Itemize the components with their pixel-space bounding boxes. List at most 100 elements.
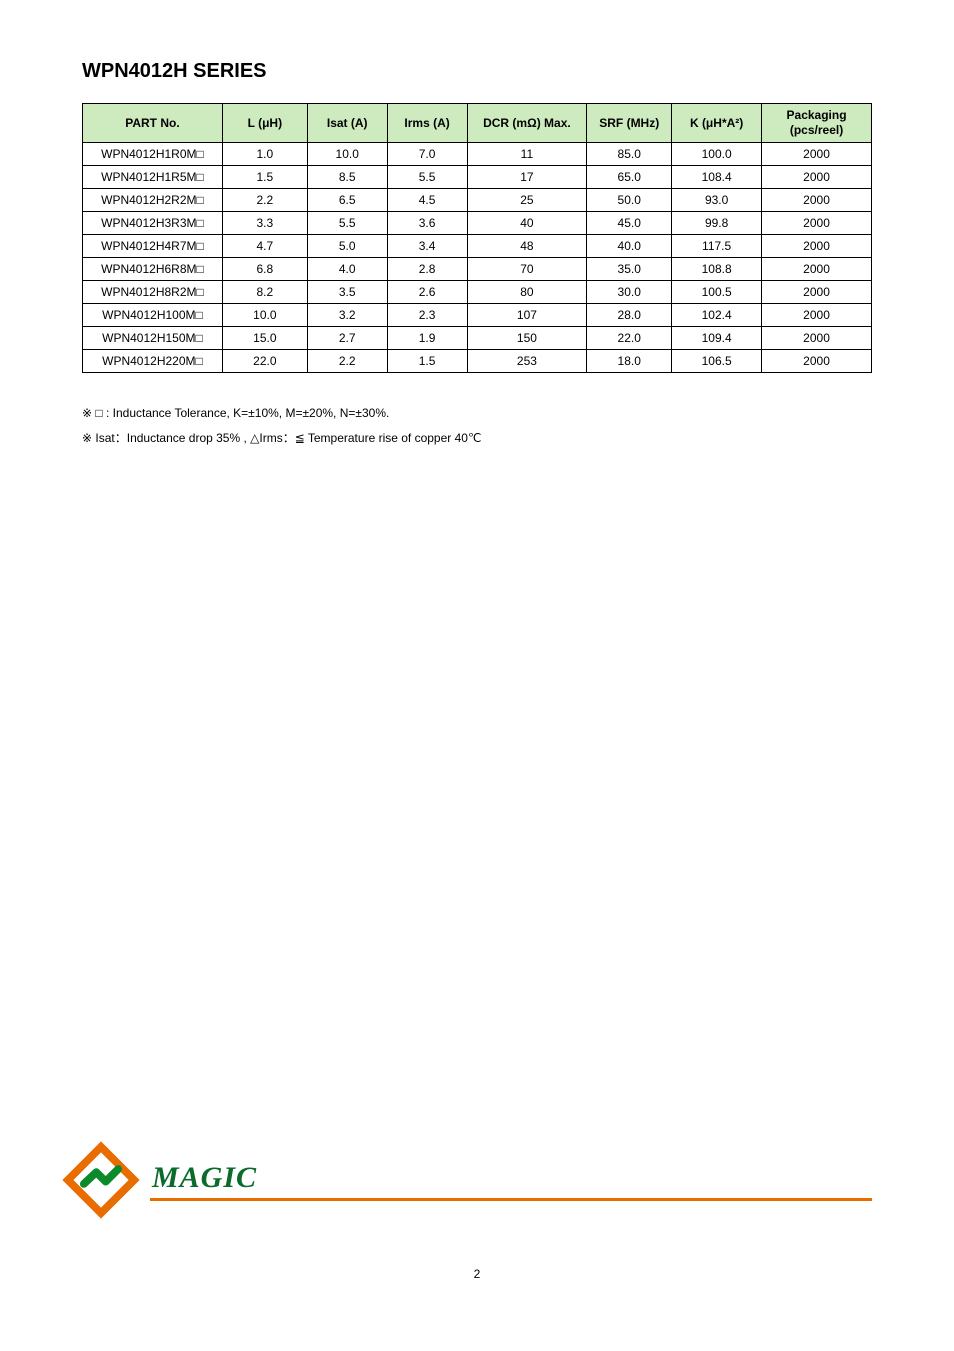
table-row: WPN4012H220M□22.02.21.525318.0106.52000 [83, 350, 872, 373]
cell-irms: 3.4 [387, 235, 467, 258]
cell-srf: 35.0 [587, 258, 672, 281]
brand-name: MAGIC [152, 1161, 257, 1195]
cell-dcr: 80 [467, 281, 587, 304]
cell-srf: 40.0 [587, 235, 672, 258]
cell-k: 93.0 [672, 189, 762, 212]
cell-part: WPN4012H8R2M□ [83, 281, 223, 304]
table-row: WPN4012H100M□10.03.22.310728.0102.42000 [83, 304, 872, 327]
footer-rule [150, 1198, 872, 1201]
cell-l: 4.7 [222, 235, 307, 258]
cell-irms: 5.5 [387, 166, 467, 189]
cell-isat: 8.5 [307, 166, 387, 189]
cell-part: WPN4012H100M□ [83, 304, 223, 327]
col-header-pack: Packaging (pcs/reel) [762, 104, 872, 143]
table-row: WPN4012H150M□15.02.71.915022.0109.42000 [83, 327, 872, 350]
cell-pack: 2000 [762, 258, 872, 281]
cell-dcr: 40 [467, 212, 587, 235]
cell-pack: 2000 [762, 189, 872, 212]
cell-k: 106.5 [672, 350, 762, 373]
col-header-k: K (μH*A²) [672, 104, 762, 143]
note-tolerance: ※ □ : Inductance Tolerance, K=±10%, M=±2… [82, 401, 872, 426]
cell-l: 1.0 [222, 143, 307, 166]
cell-l: 2.2 [222, 189, 307, 212]
cell-dcr: 25 [467, 189, 587, 212]
cell-irms: 1.5 [387, 350, 467, 373]
cell-srf: 50.0 [587, 189, 672, 212]
cell-irms: 2.6 [387, 281, 467, 304]
cell-dcr: 17 [467, 166, 587, 189]
cell-dcr: 253 [467, 350, 587, 373]
cell-irms: 4.5 [387, 189, 467, 212]
cell-part: WPN4012H6R8M□ [83, 258, 223, 281]
cell-dcr: 107 [467, 304, 587, 327]
col-header-isat: Isat (A) [307, 104, 387, 143]
cell-srf: 28.0 [587, 304, 672, 327]
table-row: WPN4012H6R8M□6.84.02.87035.0108.82000 [83, 258, 872, 281]
cell-k: 102.4 [672, 304, 762, 327]
cell-isat: 3.2 [307, 304, 387, 327]
page-footer: MAGIC [0, 1198, 954, 1201]
specification-table: PART No. L (μH) Isat (A) Irms (A) DCR (m… [82, 103, 872, 373]
cell-pack: 2000 [762, 143, 872, 166]
cell-srf: 65.0 [587, 166, 672, 189]
cell-l: 3.3 [222, 212, 307, 235]
cell-pack: 2000 [762, 350, 872, 373]
cell-k: 100.5 [672, 281, 762, 304]
cell-srf: 30.0 [587, 281, 672, 304]
cell-pack: 2000 [762, 327, 872, 350]
cell-pack: 2000 [762, 281, 872, 304]
cell-isat: 2.2 [307, 350, 387, 373]
cell-k: 109.4 [672, 327, 762, 350]
cell-part: WPN4012H150M□ [83, 327, 223, 350]
cell-part: WPN4012H3R3M□ [83, 212, 223, 235]
cell-pack: 2000 [762, 212, 872, 235]
cell-irms: 7.0 [387, 143, 467, 166]
cell-dcr: 11 [467, 143, 587, 166]
table-row: WPN4012H1R5M□1.58.55.51765.0108.42000 [83, 166, 872, 189]
cell-part: WPN4012H1R0M□ [83, 143, 223, 166]
cell-part: WPN4012H4R7M□ [83, 235, 223, 258]
cell-pack: 2000 [762, 166, 872, 189]
col-header-dcr: DCR (mΩ) Max. [467, 104, 587, 143]
cell-k: 117.5 [672, 235, 762, 258]
cell-isat: 2.7 [307, 327, 387, 350]
cell-isat: 10.0 [307, 143, 387, 166]
cell-irms: 2.3 [387, 304, 467, 327]
table-row: WPN4012H4R7M□4.75.03.44840.0117.52000 [83, 235, 872, 258]
cell-l: 10.0 [222, 304, 307, 327]
table-row: WPN4012H2R2M□2.26.54.52550.093.02000 [83, 189, 872, 212]
cell-part: WPN4012H1R5M□ [83, 166, 223, 189]
cell-k: 100.0 [672, 143, 762, 166]
cell-irms: 3.6 [387, 212, 467, 235]
cell-pack: 2000 [762, 235, 872, 258]
cell-srf: 85.0 [587, 143, 672, 166]
cell-dcr: 48 [467, 235, 587, 258]
table-row: WPN4012H1R0M□1.010.07.01185.0100.02000 [83, 143, 872, 166]
cell-l: 22.0 [222, 350, 307, 373]
col-header-part: PART No. [83, 104, 223, 143]
cell-isat: 3.5 [307, 281, 387, 304]
page-title: WPN4012H SERIES [82, 60, 872, 83]
col-header-srf: SRF (MHz) [587, 104, 672, 143]
cell-irms: 2.8 [387, 258, 467, 281]
col-header-irms: Irms (A) [387, 104, 467, 143]
cell-part: WPN4012H220M□ [83, 350, 223, 373]
table-row: WPN4012H8R2M□8.23.52.68030.0100.52000 [83, 281, 872, 304]
cell-isat: 5.5 [307, 212, 387, 235]
cell-isat: 4.0 [307, 258, 387, 281]
cell-dcr: 70 [467, 258, 587, 281]
logo-icon [62, 1141, 140, 1219]
note-isat-irms: ※ Isat：Inductance drop 35% , △Irms：≦ Tem… [82, 426, 872, 451]
cell-l: 8.2 [222, 281, 307, 304]
cell-isat: 6.5 [307, 189, 387, 212]
cell-k: 108.8 [672, 258, 762, 281]
cell-l: 1.5 [222, 166, 307, 189]
cell-l: 15.0 [222, 327, 307, 350]
cell-srf: 22.0 [587, 327, 672, 350]
cell-k: 99.8 [672, 212, 762, 235]
cell-srf: 45.0 [587, 212, 672, 235]
cell-part: WPN4012H2R2M□ [83, 189, 223, 212]
cell-irms: 1.9 [387, 327, 467, 350]
cell-k: 108.4 [672, 166, 762, 189]
cell-l: 6.8 [222, 258, 307, 281]
